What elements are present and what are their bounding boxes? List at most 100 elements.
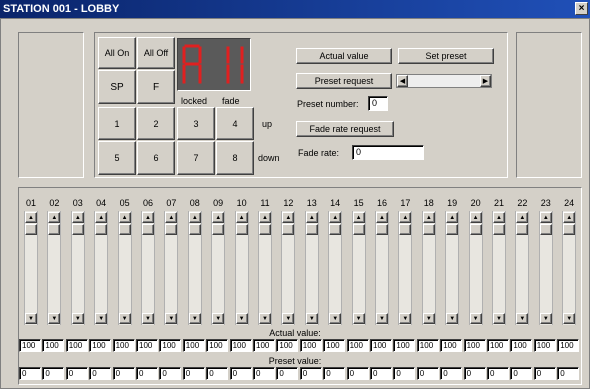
sp-button[interactable]: SP (98, 70, 136, 104)
actual-value-cell[interactable]: 100 (136, 339, 158, 352)
fader-down-icon[interactable]: ▼ (329, 313, 342, 324)
fader-thumb[interactable] (329, 224, 342, 235)
fader-down-icon[interactable]: ▼ (493, 313, 505, 324)
actual-value-cell[interactable]: 100 (533, 339, 556, 352)
set-preset-button[interactable]: Set preset (398, 48, 494, 64)
fader-down-icon[interactable]: ▼ (95, 313, 108, 324)
actual-value-cell[interactable]: 100 (510, 339, 533, 352)
preset-number-input[interactable]: 0 (368, 96, 388, 111)
fader-up-icon[interactable]: ▲ (399, 212, 412, 223)
actual-value-cell[interactable]: 100 (182, 339, 205, 352)
preset-value-cell[interactable]: 0 (42, 367, 65, 380)
fader-thumb[interactable] (259, 224, 271, 235)
fader-up-icon[interactable]: ▲ (71, 212, 84, 223)
fader-down-icon[interactable]: ▼ (516, 313, 529, 324)
preset-value-cell[interactable]: 0 (19, 367, 41, 380)
preset-value-cell[interactable]: 0 (136, 367, 158, 380)
preset-value-cell[interactable]: 0 (487, 367, 509, 380)
fader-up-icon[interactable]: ▲ (422, 212, 435, 223)
preset-value-cell[interactable]: 0 (440, 367, 463, 380)
fader-up-icon[interactable]: ▲ (142, 212, 154, 223)
actual-value-cell[interactable]: 100 (19, 339, 41, 352)
actual-value-cell[interactable]: 100 (463, 339, 486, 352)
fader-down-icon[interactable]: ▼ (352, 313, 365, 324)
fader-down-icon[interactable]: ▼ (539, 313, 552, 324)
preset-value-cell[interactable]: 0 (276, 367, 299, 380)
close-icon[interactable]: × (575, 2, 588, 15)
all-off-button[interactable]: All Off (137, 37, 175, 69)
number-button-6[interactable]: 6 (137, 141, 175, 175)
fader-down-icon[interactable]: ▼ (188, 313, 201, 324)
actual-value-button[interactable]: Actual value (296, 48, 392, 64)
fader-up-icon[interactable]: ▲ (516, 212, 529, 223)
fader-down-icon[interactable]: ▼ (165, 313, 178, 324)
preset-value-cell[interactable]: 0 (206, 367, 229, 380)
fader-up-icon[interactable]: ▲ (95, 212, 108, 223)
preset-value-cell[interactable]: 0 (510, 367, 533, 380)
fader-down-icon[interactable]: ▼ (48, 313, 61, 324)
f-button[interactable]: F (137, 70, 175, 104)
preset-value-cell[interactable]: 0 (323, 367, 346, 380)
actual-value-cell[interactable]: 100 (89, 339, 112, 352)
number-button-8[interactable]: 8 (216, 141, 254, 175)
actual-value-cell[interactable]: 100 (206, 339, 229, 352)
number-button-5[interactable]: 5 (98, 141, 136, 175)
fader-thumb[interactable] (142, 224, 154, 235)
fader-down-icon[interactable]: ▼ (118, 313, 131, 324)
fader-thumb[interactable] (469, 224, 482, 235)
fader-up-icon[interactable]: ▲ (48, 212, 61, 223)
fader-up-icon[interactable]: ▲ (563, 212, 576, 223)
fader-thumb[interactable] (188, 224, 201, 235)
fader-up-icon[interactable]: ▲ (259, 212, 271, 223)
actual-value-cell[interactable]: 100 (346, 339, 369, 352)
fader-down-icon[interactable]: ▼ (282, 313, 295, 324)
fader-down-icon[interactable]: ▼ (376, 313, 388, 324)
actual-value-cell[interactable]: 100 (42, 339, 65, 352)
fader-down-icon[interactable]: ▼ (71, 313, 84, 324)
preset-value-cell[interactable]: 0 (159, 367, 182, 380)
number-button-2[interactable]: 2 (137, 107, 175, 140)
fader-thumb[interactable] (118, 224, 131, 235)
preset-value-cell[interactable]: 0 (416, 367, 439, 380)
fader-up-icon[interactable]: ▲ (212, 212, 225, 223)
fader-up-icon[interactable]: ▲ (25, 212, 37, 223)
fader-thumb[interactable] (25, 224, 37, 235)
actual-value-cell[interactable]: 100 (112, 339, 135, 352)
fader-up-icon[interactable]: ▲ (469, 212, 482, 223)
fader-up-icon[interactable]: ▲ (165, 212, 178, 223)
fader-down-icon[interactable]: ▼ (399, 313, 412, 324)
fader-up-icon[interactable]: ▲ (118, 212, 131, 223)
fader-up-icon[interactable]: ▲ (446, 212, 459, 223)
preset-value-cell[interactable]: 0 (89, 367, 112, 380)
preset-request-button[interactable]: Preset request (296, 73, 392, 89)
fader-up-icon[interactable]: ▲ (352, 212, 365, 223)
fader-up-icon[interactable]: ▲ (305, 212, 318, 223)
fader-thumb[interactable] (446, 224, 459, 235)
fader-up-icon[interactable]: ▲ (376, 212, 388, 223)
preset-value-cell[interactable]: 0 (182, 367, 205, 380)
fader-thumb[interactable] (48, 224, 61, 235)
fader-up-icon[interactable]: ▲ (282, 212, 295, 223)
actual-value-cell[interactable]: 100 (323, 339, 346, 352)
preset-value-cell[interactable]: 0 (346, 367, 369, 380)
fader-thumb[interactable] (235, 224, 248, 235)
fader-down-icon[interactable]: ▼ (469, 313, 482, 324)
preset-value-cell[interactable]: 0 (253, 367, 275, 380)
number-button-4[interactable]: 4 (216, 107, 254, 140)
fader-down-icon[interactable]: ▼ (446, 313, 459, 324)
fader-thumb[interactable] (399, 224, 412, 235)
fader-thumb[interactable] (282, 224, 295, 235)
preset-value-cell[interactable]: 0 (533, 367, 556, 380)
actual-value-cell[interactable]: 100 (557, 339, 580, 352)
preset-value-cell[interactable]: 0 (463, 367, 486, 380)
actual-value-cell[interactable]: 100 (276, 339, 299, 352)
fade-rate-input[interactable]: 0 (352, 145, 424, 160)
fader-thumb[interactable] (422, 224, 435, 235)
scroll-left-icon[interactable]: ◀ (397, 75, 408, 87)
preset-scrollbar[interactable]: ◀ ▶ (396, 74, 492, 88)
fader-thumb[interactable] (95, 224, 108, 235)
fader-thumb[interactable] (305, 224, 318, 235)
fader-up-icon[interactable]: ▲ (329, 212, 342, 223)
fader-thumb[interactable] (165, 224, 178, 235)
actual-value-cell[interactable]: 100 (253, 339, 275, 352)
